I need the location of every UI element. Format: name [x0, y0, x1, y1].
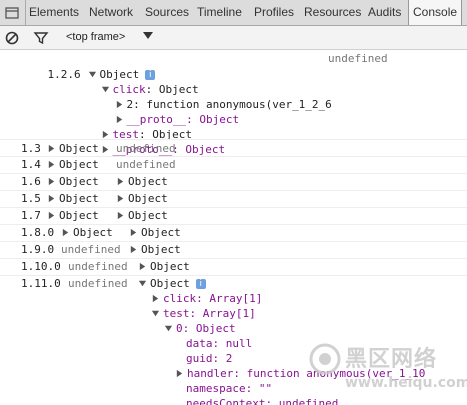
collapsed-arrow-icon[interactable]	[151, 294, 160, 303]
object-label: Object	[59, 158, 99, 171]
undefined-value: undefined	[68, 277, 128, 290]
expanded-arrow-icon[interactable]	[138, 279, 147, 288]
object-label: Object	[150, 260, 190, 273]
expanded-arrow-icon[interactable]	[164, 324, 173, 333]
version-label: 1.6	[21, 175, 41, 188]
property-click[interactable]: click: Array[1]	[151, 291, 262, 307]
collapsed-arrow-icon[interactable]	[47, 177, 56, 186]
object-node[interactable]: Object i	[138, 276, 206, 292]
object-node[interactable]: Object i	[61, 51, 156, 81]
chevron-down-icon[interactable]	[143, 32, 153, 39]
object-label: Object	[59, 209, 99, 222]
property-guid: guid: 2	[186, 352, 233, 365]
property-click[interactable]: click: Object	[74, 66, 199, 96]
undefined-value: undefined	[68, 260, 128, 273]
object-label: Object	[59, 142, 99, 155]
frame-selector[interactable]: <top frame>	[66, 31, 125, 43]
collapsed-arrow-icon[interactable]	[129, 228, 138, 237]
version-label: 1.7	[21, 209, 41, 222]
expanded-arrow-icon[interactable]	[151, 309, 160, 318]
object-label: Object	[128, 209, 168, 222]
object-node[interactable]: Object	[129, 225, 181, 241]
collapsed-arrow-icon[interactable]	[47, 194, 56, 203]
object-node[interactable]: Object	[116, 174, 168, 190]
console-toolbar: <top frame>	[0, 26, 467, 50]
collapsed-arrow-icon[interactable]	[116, 177, 125, 186]
version-label: 1.3	[21, 142, 41, 155]
devtools-tab-bar: Elements Network Sources Timeline Profil…	[0, 0, 467, 26]
object-node[interactable]: Object	[138, 259, 190, 275]
tab-resources[interactable]: Resources	[304, 0, 361, 25]
version-label: 1.9.0	[21, 243, 55, 256]
object-label: Object	[150, 277, 190, 290]
collapsed-arrow-icon[interactable]	[138, 262, 147, 271]
object-label: Object	[59, 192, 99, 205]
object-node[interactable]: Object	[47, 157, 99, 173]
property-proto[interactable]: __proto__: Object	[88, 96, 239, 126]
tab-network[interactable]: Network	[89, 0, 133, 25]
property-function[interactable]: 2: function anonymous(ver_1_2_6	[88, 81, 332, 111]
collapsed-arrow-icon[interactable]	[47, 211, 56, 220]
property-text: test: Array[1]	[163, 307, 256, 320]
tab-timeline[interactable]: Timeline	[197, 0, 242, 25]
object-node[interactable]: Object	[116, 208, 168, 224]
undefined-value: undefined	[116, 142, 176, 155]
tab-sources[interactable]: Sources	[145, 0, 189, 25]
collapsed-arrow-icon[interactable]	[129, 245, 138, 254]
undefined-value: undefined	[328, 52, 388, 65]
watermark-text: 黑区网络	[345, 347, 438, 372]
property-namespace: namespace: ""	[186, 382, 273, 395]
watermark-url: www.heiqu.com	[345, 375, 467, 391]
collapsed-arrow-icon[interactable]	[116, 194, 125, 203]
tab-elements[interactable]: Elements	[25, 0, 79, 25]
object-label: Object	[59, 175, 99, 188]
collapsed-arrow-icon[interactable]	[101, 145, 110, 154]
property-text: click: Array[1]	[163, 292, 263, 305]
object-node[interactable]: Object	[47, 141, 99, 157]
property-data: data: null	[186, 337, 253, 350]
undefined-value: undefined	[61, 243, 121, 256]
object-label: Object	[141, 226, 181, 239]
collapsed-arrow-icon[interactable]	[175, 369, 184, 378]
object-node[interactable]: Object	[116, 191, 168, 207]
dock-toggle-icon[interactable]	[4, 5, 20, 21]
tab-console[interactable]: Console	[408, 0, 463, 25]
info-icon[interactable]: i	[195, 279, 206, 289]
tab-audits[interactable]: Audits	[368, 0, 401, 25]
object-node[interactable]: Object	[47, 208, 99, 224]
tab-profiles[interactable]: Profiles	[254, 0, 294, 25]
collapsed-arrow-icon[interactable]	[47, 160, 56, 169]
filter-icon[interactable]	[33, 30, 49, 46]
version-label: 1.5	[21, 192, 41, 205]
object-node[interactable]: Object	[61, 225, 113, 241]
version-label: 1.4	[21, 158, 41, 171]
watermark-logo-icon	[309, 343, 341, 375]
object-label: Object	[128, 175, 168, 188]
version-label: 1.10.0	[21, 260, 61, 273]
collapsed-arrow-icon[interactable]	[116, 211, 125, 220]
watermark: 黑区网络 www.heiqu.com	[305, 337, 467, 403]
object-node[interactable]: Object	[47, 174, 99, 190]
version-label: 1.8.0	[21, 226, 55, 239]
object-node[interactable]: Object	[129, 242, 181, 258]
object-label: Object	[73, 226, 113, 239]
object-label: Object	[141, 243, 181, 256]
property-test[interactable]: test: Array[1]	[151, 306, 256, 322]
undefined-value: undefined	[116, 158, 176, 171]
clear-console-icon[interactable]	[4, 30, 20, 46]
object-label: Object	[128, 192, 168, 205]
property-zero[interactable]: 0: Object	[164, 321, 236, 337]
row-divider	[0, 139, 467, 140]
property-text: 0: Object	[176, 322, 236, 335]
collapsed-arrow-icon[interactable]	[47, 144, 56, 153]
collapsed-arrow-icon[interactable]	[61, 228, 70, 237]
property-test[interactable]: test: Object	[74, 111, 192, 141]
version-label: 1.11.0	[21, 277, 61, 290]
object-node[interactable]: Object	[47, 191, 99, 207]
